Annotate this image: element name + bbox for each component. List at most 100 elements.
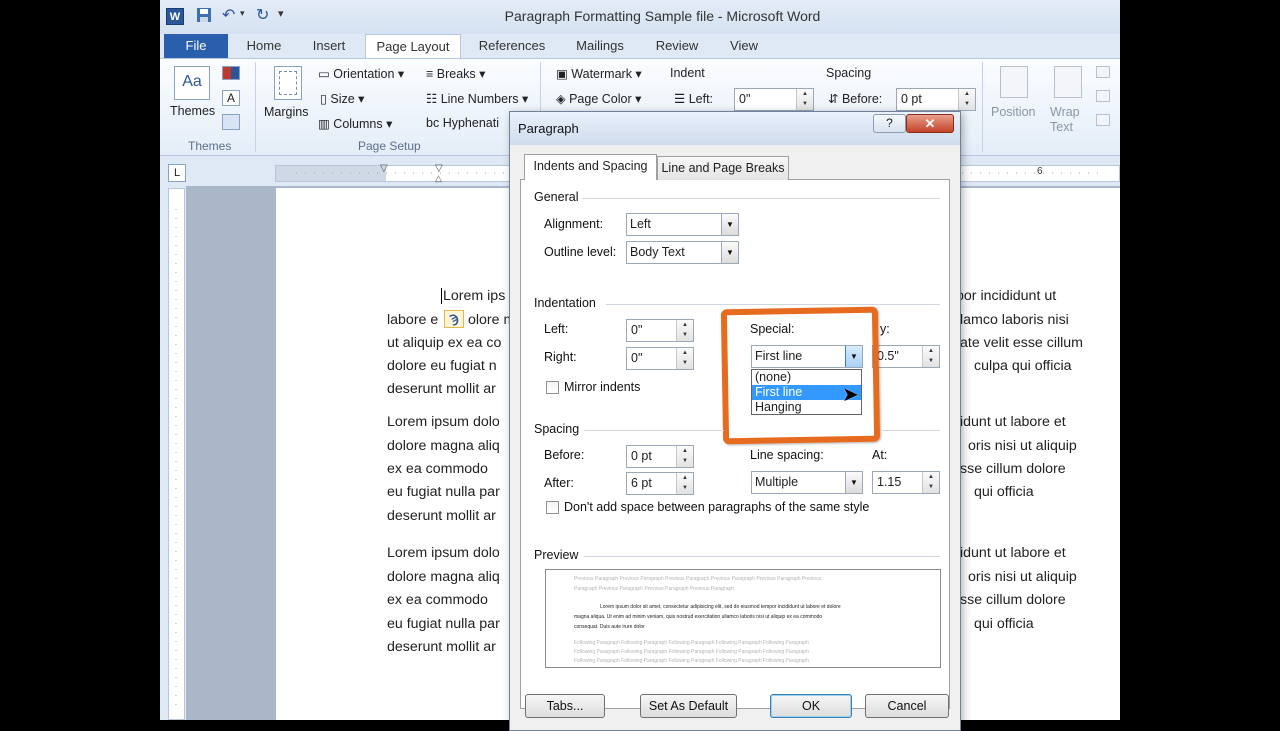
spacing-before-field[interactable]: 0 pt ▲ ▼ — [896, 88, 976, 111]
after-field[interactable]: 6 pt ▲ ▼ — [626, 472, 694, 495]
tab-mailings[interactable]: Mailings — [568, 34, 632, 58]
send-backward-icon[interactable] — [1096, 90, 1110, 102]
by-spinner[interactable]: ▲ ▼ — [922, 346, 939, 367]
by-label: y: — [880, 322, 890, 336]
theme-colors-icon[interactable] — [222, 66, 240, 80]
size-button[interactable]: ▯ Size ▾ — [320, 91, 364, 106]
position-button[interactable]: Position — [991, 105, 1035, 119]
orientation-button[interactable]: ▭ Orientation ▾ — [318, 66, 404, 81]
set-as-default-button[interactable]: Set As Default — [640, 694, 737, 718]
margins-button[interactable]: Margins — [264, 105, 308, 119]
doc-line: qui officia — [974, 616, 1034, 632]
after-spinner[interactable]: ▲ ▼ — [676, 473, 693, 494]
theme-fonts-icon[interactable]: A — [222, 90, 240, 106]
section-divider — [582, 198, 940, 199]
preview-current-line: magna aliqua. Ut enim ad minim veniam, q… — [574, 614, 823, 620]
close-icon[interactable]: ✕ — [906, 114, 954, 133]
left-indent-marker[interactable]: △ — [435, 173, 442, 184]
tab-line-and-page-breaks[interactable]: Line and Page Breaks — [657, 156, 789, 180]
size-icon: ▯ — [320, 92, 331, 106]
before-field[interactable]: 0 pt ▲ ▼ — [626, 445, 694, 468]
preview-box: Previous Paragraph Previous Paragraph Pr… — [545, 569, 941, 668]
tab-view[interactable]: View — [720, 34, 768, 58]
cancel-button[interactable]: Cancel — [865, 694, 949, 718]
vertical-ruler[interactable] — [168, 188, 185, 720]
dont-add-space-checkbox[interactable] — [546, 501, 559, 514]
tab-indents-and-spacing[interactable]: Indents and Spacing — [524, 154, 657, 180]
position-icon[interactable] — [1000, 66, 1028, 98]
tab-home[interactable]: Home — [240, 34, 288, 58]
wrap-text-label-2: Text — [1050, 120, 1073, 134]
selection-pane-icon[interactable] — [1096, 114, 1110, 126]
doc-line: Lorem ipsum dolo — [387, 414, 500, 430]
doc-line: ex ea commodo — [387, 592, 488, 608]
themes-icon[interactable]: Aa — [174, 66, 210, 100]
right-indent-spinner[interactable]: ▲ ▼ — [676, 348, 693, 369]
ok-button[interactable]: OK — [770, 694, 852, 718]
mirror-indents-checkbox[interactable] — [546, 381, 559, 394]
breaks-button[interactable]: ≡ Breaks ▾ — [426, 66, 485, 81]
line-numbers-icon: ☷ — [426, 92, 441, 106]
chevron-down-icon[interactable]: ▼ — [721, 214, 738, 235]
doc-line: eu fugiat nulla par — [387, 616, 500, 632]
orientation-icon: ▭ — [318, 67, 334, 81]
preview-current-line: Lorem ipsum dolor sit amet, consectetur … — [600, 604, 841, 610]
margins-icon[interactable] — [274, 66, 302, 100]
doc-line: deserunt mollit ar — [387, 381, 496, 397]
doc-line: sse cillum dolore — [960, 592, 1066, 608]
line-spacing-select[interactable]: Multiple ▼ — [751, 471, 863, 494]
right-indent-field[interactable]: 0" ▲ ▼ — [626, 347, 694, 370]
wrap-text-label-1[interactable]: Wrap — [1050, 105, 1080, 119]
tabs-button[interactable]: Tabs... — [525, 694, 605, 718]
tab-insert[interactable]: Insert — [304, 34, 354, 58]
hyphenation-button[interactable]: bc Hyphenati — [426, 116, 499, 130]
indent-left-spinner[interactable]: ▲ ▼ — [796, 89, 813, 110]
by-field[interactable]: 0.5" ▲ ▼ — [872, 345, 940, 368]
spacing-before-spinner[interactable]: ▲ ▼ — [958, 89, 975, 110]
left-indent-spinner[interactable]: ▲ ▼ — [676, 320, 693, 341]
tab-page-layout[interactable]: Page Layout — [365, 34, 461, 59]
preview-current-line: consequat. Duis aute irure dolor — [574, 624, 645, 630]
at-spinner[interactable]: ▲ ▼ — [922, 472, 939, 493]
indent-left-field[interactable]: 0" ▲ ▼ — [734, 88, 814, 111]
before-spinner[interactable]: ▲ ▼ — [676, 446, 693, 467]
paste-options-icon[interactable]: Ϡ — [444, 310, 464, 328]
hyphenation-icon: bc — [426, 116, 443, 130]
wrap-text-icon[interactable] — [1054, 66, 1082, 98]
dont-add-space-label: Don't add space between paragraphs of th… — [564, 500, 870, 514]
tab-selector-icon[interactable]: L — [168, 164, 186, 182]
doc-line: dolore eu fugiat n — [387, 358, 497, 374]
theme-effects-icon[interactable] — [222, 114, 240, 130]
doc-line: por incididunt ut — [956, 288, 1057, 304]
group-divider — [982, 62, 983, 152]
tab-review[interactable]: Review — [648, 34, 706, 58]
doc-line: ex ea commodo — [387, 461, 488, 477]
outline-level-select[interactable]: Body Text ▼ — [626, 241, 739, 264]
at-field[interactable]: 1.15 ▲ ▼ — [872, 471, 940, 494]
section-divider — [584, 556, 940, 557]
preview-previous-line: Previous Paragraph Previous Paragraph Pr… — [574, 576, 822, 582]
columns-button[interactable]: ▥ Columns ▾ — [318, 116, 392, 131]
alignment-select[interactable]: Left ▼ — [626, 213, 739, 236]
first-line-indent-marker[interactable]: ▽ — [380, 163, 388, 174]
page-color-button[interactable]: ◈ Page Color ▾ — [556, 91, 641, 106]
preview-following-line: Following Paragraph Following Paragraph … — [574, 649, 809, 655]
left-indent-field[interactable]: 0" ▲ ▼ — [626, 319, 694, 342]
themes-button[interactable]: Themes — [170, 104, 215, 118]
line-numbers-button[interactable]: ☷ Line Numbers ▾ — [426, 91, 528, 106]
help-button[interactable]: ? — [873, 114, 906, 133]
indent-left-label: ☰ Left: — [674, 92, 714, 106]
paragraph-dialog: Paragraph ? ✕ Indents and Spacing Line a… — [509, 111, 961, 731]
indentation-heading: Indentation — [534, 296, 596, 310]
outline-level-label: Outline level: — [544, 245, 617, 259]
before-label: Before: — [544, 448, 585, 462]
doc-line: idunt ut labore et — [960, 414, 1066, 430]
right-indent-label: Right: — [544, 350, 577, 364]
bring-forward-icon[interactable] — [1096, 66, 1110, 78]
doc-line: oris nisi ut aliquip — [968, 438, 1077, 454]
chevron-down-icon[interactable]: ▼ — [845, 472, 862, 493]
tab-file[interactable]: File — [164, 34, 228, 58]
chevron-down-icon[interactable]: ▼ — [721, 242, 738, 263]
watermark-button[interactable]: ▣ Watermark ▾ — [556, 66, 642, 81]
tab-references[interactable]: References — [472, 34, 552, 58]
